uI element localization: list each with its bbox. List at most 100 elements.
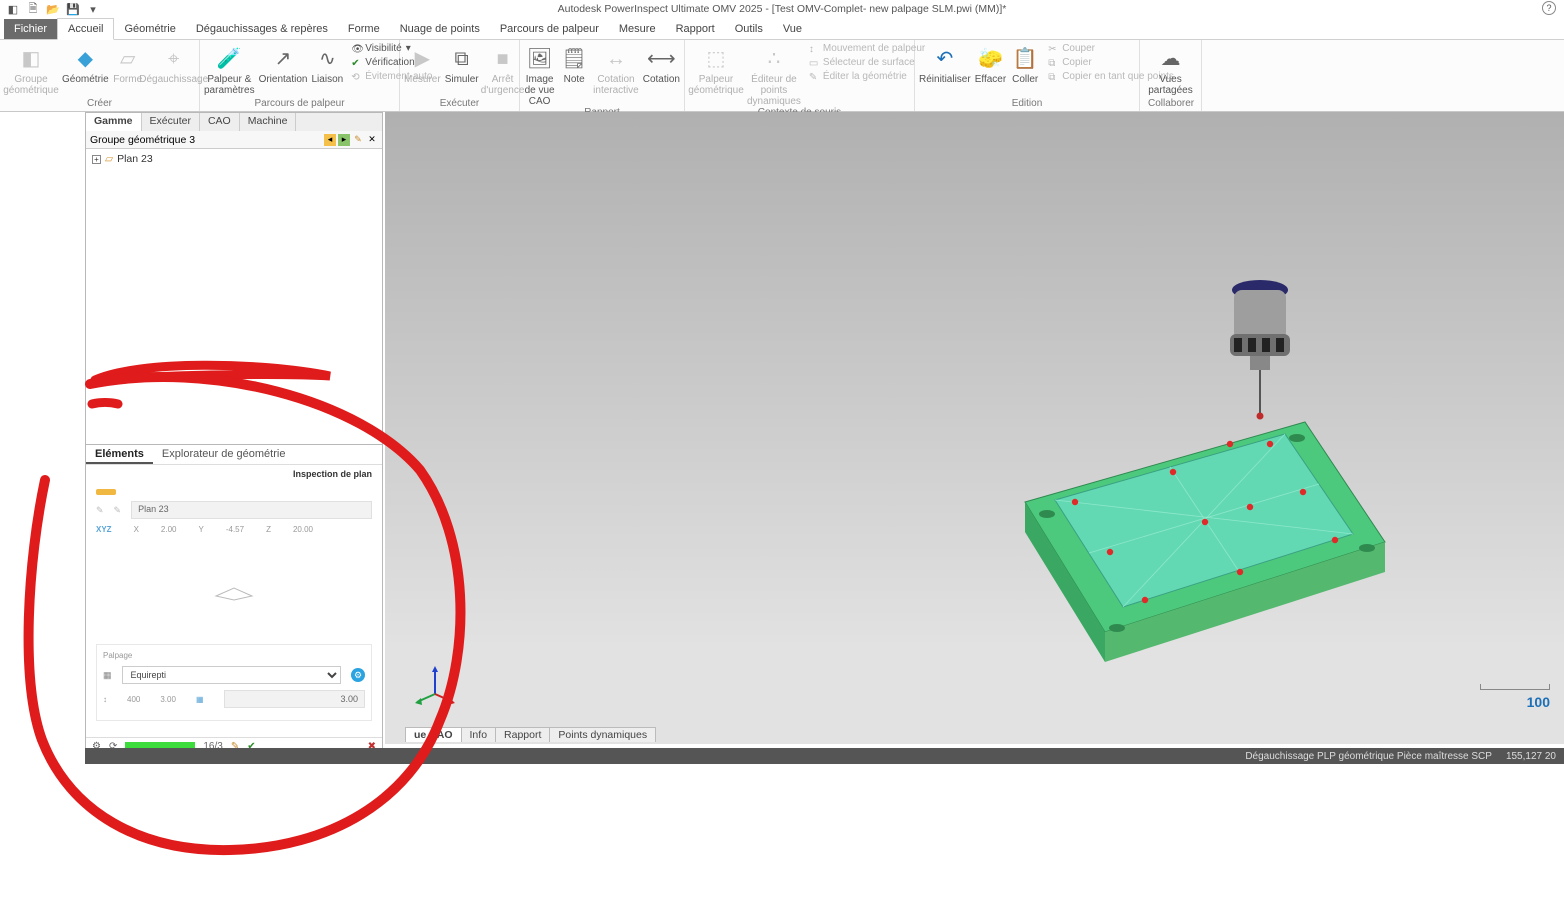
btn-orientation[interactable]: ↗ Orientation: [259, 42, 308, 85]
nav-edit-icon[interactable]: ✎: [352, 134, 364, 146]
group-contexte-souris: ⬚Palpeur géométrique ∴Éditeur de points …: [685, 40, 915, 111]
spacing-field[interactable]: [224, 690, 366, 708]
strategy-settings-icon[interactable]: ⚙: [351, 668, 365, 682]
tree-node-plan23[interactable]: + ▱ Plan 23: [92, 153, 376, 165]
tab-parcours[interactable]: Parcours de palpeur: [490, 19, 609, 39]
group-executer-label: Exécuter: [404, 98, 515, 111]
tab-degauchissages[interactable]: Dégauchissages & repères: [186, 19, 338, 39]
tab-fichier[interactable]: Fichier: [4, 19, 57, 39]
vp-tab-info[interactable]: Info: [461, 727, 497, 742]
btn-geometrie[interactable]: ◆ Géométrie: [62, 42, 109, 85]
vp-tab-rapport[interactable]: Rapport: [495, 727, 550, 742]
btn-groupe-geometrique: ◧ Groupe géométrique: [4, 42, 58, 96]
shared-views-icon: ☁: [1156, 44, 1186, 74]
props-body: ✎ ✎ Plan 23 XYZ X2.00 Y-4.57 Z20.00 Palp…: [86, 483, 382, 727]
group-rapport: 🖼Image de vue CAO 🗒Note ↔Cotation intera…: [520, 40, 685, 111]
status-bar: Dégauchissage PLP géométrique Pièce maît…: [85, 748, 1564, 764]
forme-icon: ▱: [113, 44, 143, 74]
btn-editeur-points: ∴Éditeur de points dynamiques: [747, 42, 801, 107]
tab-outils[interactable]: Outils: [725, 19, 773, 39]
props-heading: Inspection de plan: [86, 465, 382, 483]
surface-icon: ▭: [809, 58, 819, 68]
move-icon: ↕: [809, 44, 819, 54]
scene-3d: [385, 112, 1564, 744]
lp-tab-cao[interactable]: CAO: [200, 113, 240, 131]
props-tab-explorateur[interactable]: Explorateur de géométrie: [153, 445, 295, 464]
tab-forme[interactable]: Forme: [338, 19, 390, 39]
lp-tab-gamme[interactable]: Gamme: [86, 113, 142, 131]
help-icon[interactable]: ?: [1542, 1, 1556, 15]
viewport-3d[interactable]: 100 ue CAO Info Rapport Points dynamique…: [385, 112, 1564, 744]
btn-degauchissage: ⌖ Dégauchissage: [147, 42, 201, 85]
expand-icon[interactable]: +: [92, 155, 101, 164]
btn-note[interactable]: 🗒Note: [559, 42, 589, 85]
qat-dropdown-icon[interactable]: ▾: [86, 2, 100, 16]
grid-icon[interactable]: ▦: [196, 695, 204, 704]
u-icon: ↕: [103, 695, 107, 704]
quick-access-toolbar: ◧ 🗎 📂 💾 ▾: [0, 2, 100, 16]
btn-liaison[interactable]: ∿ Liaison: [312, 42, 344, 85]
plane-color-swatch: [96, 489, 116, 495]
copy-pts-icon: ⧉: [1048, 72, 1058, 82]
note-icon: 🗒: [559, 44, 589, 74]
copy-icon: ⧉: [1048, 58, 1058, 68]
tab-nuage[interactable]: Nuage de points: [390, 19, 490, 39]
new-doc-icon[interactable]: 🗎: [26, 2, 40, 16]
check-icon: ✔: [351, 58, 361, 68]
group-executer: ▶Mesurer ⧉Simuler ■Arrêt d'urgence Exécu…: [400, 40, 520, 111]
group-parcours-palpeur: 🧪 Palpeur & paramètres ↗ Orientation ∿ L…: [200, 40, 400, 111]
save-icon[interactable]: 💾: [66, 2, 80, 16]
btn-image-vue-cao[interactable]: 🖼Image de vue CAO: [524, 42, 555, 107]
erase-icon: 🧽: [975, 44, 1005, 74]
left-panel-group-selector[interactable]: Groupe géométrique 3 ◂ ▸ ✎ ✕: [86, 131, 382, 149]
properties-panel: Eléments Explorateur de géométrie Inspec…: [85, 444, 383, 756]
palpage-section: Palpage ▦ Equirepti ⚙ ↕400 3.00 ▦: [96, 644, 372, 721]
open-icon[interactable]: 📂: [46, 2, 60, 16]
left-panel-tabs: Gamme Exécuter CAO Machine: [86, 113, 382, 131]
reset-icon: ↶: [930, 44, 960, 74]
props-tab-elements[interactable]: Eléments: [86, 445, 153, 464]
tab-geometrie[interactable]: Géométrie: [114, 19, 185, 39]
btn-simuler[interactable]: ⧉Simuler: [445, 42, 479, 85]
tab-accueil[interactable]: Accueil: [57, 18, 114, 40]
lp-tab-executer[interactable]: Exécuter: [142, 113, 200, 131]
name-field[interactable]: Plan 23: [131, 501, 372, 519]
tab-vue[interactable]: Vue: [773, 19, 812, 39]
probe-icon: 🧪: [214, 44, 244, 74]
btn-palpeur-parametres[interactable]: 🧪 Palpeur & paramètres: [204, 42, 255, 96]
status-coords: 155,127 20: [1506, 751, 1556, 762]
group-geo-icon: ◧: [16, 44, 46, 74]
tab-mesure[interactable]: Mesure: [609, 19, 666, 39]
lp-tab-machine[interactable]: Machine: [240, 113, 297, 131]
vp-tab-points-dynamiques[interactable]: Points dynamiques: [549, 727, 656, 742]
strategy-select[interactable]: Equirepti: [122, 666, 341, 684]
image-icon: 🖼: [525, 44, 555, 74]
pencil-icon[interactable]: ✎: [96, 505, 104, 516]
btn-reinitialiser[interactable]: ↶Réinitialiser: [919, 42, 971, 85]
scale-ruler: [1480, 684, 1550, 690]
pencil2-icon[interactable]: ✎: [114, 505, 122, 516]
btn-coller[interactable]: 📋Coller: [1010, 42, 1040, 85]
scale-value: 100: [1527, 694, 1550, 710]
probe-3d: [1230, 280, 1290, 420]
btn-cotation[interactable]: ⟷Cotation: [643, 42, 680, 85]
vp-tab-vuecao[interactable]: ue CAO: [405, 727, 462, 742]
app-icon: ◧: [6, 2, 20, 16]
group-collaborer: ☁Vues partagées Collaborer: [1140, 40, 1202, 111]
nav-prev-icon[interactable]: ◂: [324, 134, 336, 146]
auto-icon: ⟲: [351, 72, 361, 82]
window-title: Autodesk PowerInspect Ultimate OMV 2025 …: [558, 3, 1007, 15]
strategy-icon: ▦: [103, 670, 112, 681]
nav-next-icon[interactable]: ▸: [338, 134, 350, 146]
ribbon: ◧ Groupe géométrique ◆ Géométrie ▱ Forme…: [0, 40, 1564, 112]
nav-close-icon[interactable]: ✕: [366, 134, 378, 146]
group-creer-label: Créer: [4, 98, 195, 111]
plane-icon: ▱: [105, 153, 113, 165]
group-edition: ↶Réinitialiser 🧽Effacer 📋Coller ✂Couper …: [915, 40, 1140, 111]
plane-diagram-icon: [96, 582, 372, 604]
btn-effacer[interactable]: 🧽Effacer: [975, 42, 1007, 85]
btn-arret-urgence: ■Arrêt d'urgence: [483, 42, 523, 96]
geometrie-icon: ◆: [70, 44, 100, 74]
tab-rapport[interactable]: Rapport: [666, 19, 725, 39]
btn-vues-partagees[interactable]: ☁Vues partagées: [1144, 42, 1197, 96]
